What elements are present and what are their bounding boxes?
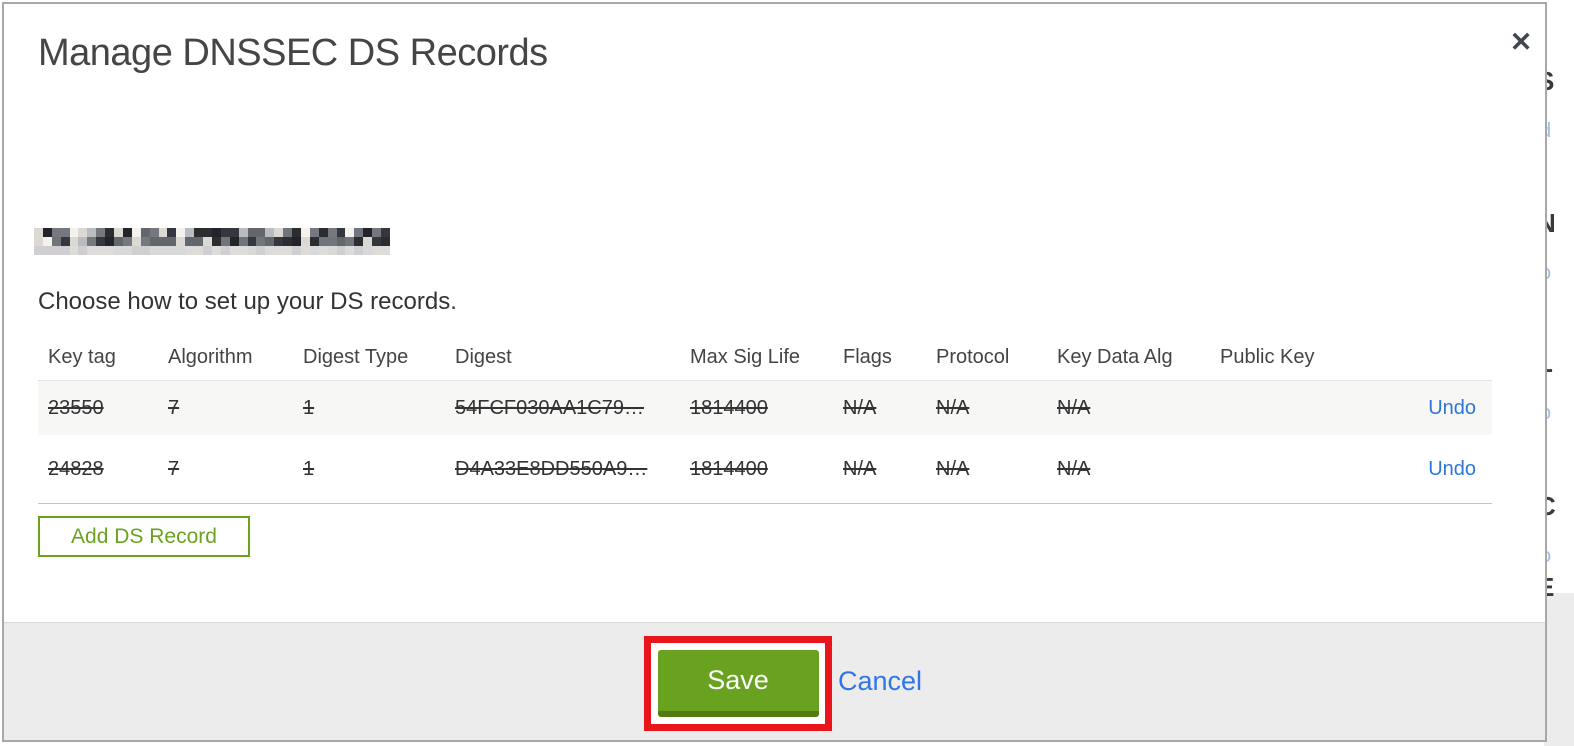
- cell-algorithm: 7: [168, 457, 180, 480]
- cell-flags: N/A: [843, 457, 877, 480]
- screen: SdNoLoCoE Manage DNSSEC DS Records ✕ Cho…: [0, 0, 1574, 746]
- cell-digest-type: 1: [303, 457, 315, 480]
- table-row: 23550 7 1 54FCF030AA1C79… 1814400 N/A N/…: [38, 380, 1492, 435]
- ds-records-table: Key tag Algorithm Digest Type Digest Max…: [38, 334, 1492, 504]
- cell-max-sig-life: 1814400: [690, 396, 768, 419]
- column-header-key-tag: Key tag: [48, 345, 116, 368]
- cell-key-data-alg: N/A: [1057, 457, 1091, 480]
- table-row: 24828 7 1 D4A33E8DD550A9… 1814400 N/A N/…: [38, 435, 1492, 504]
- background-page-sliver: SdNoLoCoE: [1544, 0, 1574, 746]
- cancel-link[interactable]: Cancel: [838, 666, 922, 697]
- column-header-public-key: Public Key: [1220, 345, 1315, 368]
- cell-digest: 54FCF030AA1C79…: [455, 396, 644, 419]
- redacted-domain-name: [34, 228, 390, 255]
- cell-protocol: N/A: [936, 457, 970, 480]
- undo-link[interactable]: Undo: [1428, 397, 1476, 419]
- cell-digest: D4A33E8DD550A9…: [455, 457, 648, 480]
- cell-key-tag: 24828: [48, 457, 104, 480]
- ds-records-instruction: Choose how to set up your DS records.: [38, 288, 457, 315]
- column-header-protocol: Protocol: [936, 345, 1010, 368]
- cell-action: Undo: [1370, 397, 1476, 420]
- cell-flags: N/A: [843, 396, 877, 419]
- background-page-footer: [1544, 593, 1574, 746]
- cell-key-tag: 23550: [48, 396, 104, 419]
- column-header-flags: Flags: [843, 345, 892, 368]
- modal-title: Manage DNSSEC DS Records: [38, 32, 548, 74]
- column-header-algorithm: Algorithm: [168, 345, 253, 368]
- column-header-key-data-alg: Key Data Alg: [1057, 345, 1173, 368]
- cell-algorithm: 7: [168, 396, 180, 419]
- column-header-digest-type: Digest Type: [303, 345, 409, 368]
- cell-action: Undo: [1370, 458, 1476, 481]
- undo-link[interactable]: Undo: [1428, 458, 1476, 480]
- save-button[interactable]: Save: [657, 650, 819, 717]
- close-icon[interactable]: ✕: [1503, 24, 1539, 60]
- add-ds-record-button[interactable]: Add DS Record: [38, 516, 250, 557]
- cell-key-data-alg: N/A: [1057, 396, 1091, 419]
- cell-max-sig-life: 1814400: [690, 457, 768, 480]
- table-header-row: Key tag Algorithm Digest Type Digest Max…: [38, 334, 1492, 380]
- cell-digest-type: 1: [303, 396, 315, 419]
- annotation-highlight-rectangle: Save: [644, 636, 832, 731]
- column-header-max-sig-life: Max Sig Life: [690, 345, 801, 368]
- dnssec-ds-records-modal: Manage DNSSEC DS Records ✕ Choose how to…: [2, 2, 1547, 742]
- cell-protocol: N/A: [936, 396, 970, 419]
- column-header-digest: Digest: [455, 345, 512, 368]
- modal-footer: Save Cancel: [4, 622, 1545, 740]
